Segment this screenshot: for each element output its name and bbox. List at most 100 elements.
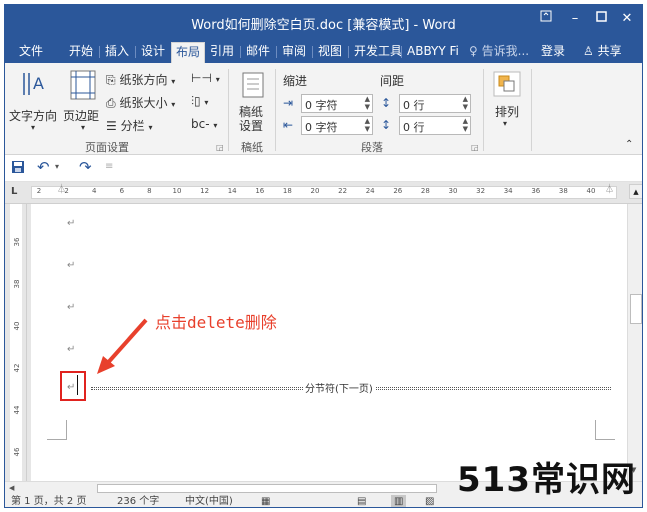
document-page[interactable]: ↵ ↵ ↵ ↵ ↵ 点击delete删除 分节符(下一页) <box>31 204 627 481</box>
person-icon: ♙ <box>583 44 594 58</box>
share-button[interactable]: ♙ 共享 <box>579 42 626 63</box>
tab-separator <box>240 46 241 58</box>
tell-me-label: 告诉我... <box>481 44 530 58</box>
ruler-tick-label: 36 <box>531 187 541 195</box>
page-count[interactable]: 第 1 页，共 2 页 <box>11 495 86 507</box>
tab-separator <box>276 46 277 58</box>
tab-developer[interactable]: 开发工具 <box>350 42 406 63</box>
undo-icon[interactable]: ↶ <box>37 158 50 176</box>
customize-qat-icon[interactable]: ≡ <box>105 161 113 172</box>
maximize-icon[interactable] <box>590 10 612 28</box>
dialog-launcher-icon[interactable]: ◲ <box>216 143 224 152</box>
space-after-input[interactable]: 0 行 ▲ ▼ <box>399 116 471 135</box>
scroll-thumb[interactable] <box>97 484 437 493</box>
dialog-launcher-icon[interactable]: ◲ <box>471 143 479 152</box>
ruler-tick-label: 10 <box>172 187 182 195</box>
indent-left-input[interactable]: 0 字符 ▲ ▼ <box>301 94 373 113</box>
save-icon[interactable] <box>11 160 25 177</box>
horizontal-ruler: L ⏃ ⏃ 2 2 4 6 8 10 12 14 16 18 20 22 24 26 28 30 32 34 36 3… <box>5 182 642 204</box>
ribbon-display-options-icon[interactable] <box>535 10 557 28</box>
page-corner-mark <box>595 420 615 440</box>
draft-settings-line2: 设置 <box>239 119 264 133</box>
vertical-ruler-tick-label: 46 <box>13 447 21 457</box>
hyphenation-icon[interactable]: bc- ▾ <box>191 117 217 131</box>
orientation-button[interactable]: ⎘ 纸张方向 ▾ <box>106 71 175 88</box>
spinner-icon[interactable]: ▲ ▼ <box>365 95 370 111</box>
indent-right-input[interactable]: 0 字符 ▲ ▼ <box>301 116 373 135</box>
spinner-icon[interactable]: ▲ ▼ <box>463 95 468 111</box>
tab-home[interactable]: 开始 <box>65 42 97 63</box>
text-direction-icon[interactable]: A <box>19 69 49 102</box>
breaks-icon[interactable]: ⊢⊣ ▾ <box>191 71 220 85</box>
spinner-icon[interactable]: ▲ ▼ <box>365 117 370 133</box>
ruler-tick-label: 32 <box>476 187 486 195</box>
arrange-button[interactable]: 排列 <box>495 103 519 120</box>
columns-button[interactable]: ☰ 分栏 ▾ <box>106 117 152 134</box>
ruler-tick-label: 20 <box>310 187 320 195</box>
ruler-tick-label: 16 <box>255 187 265 195</box>
ruler-tick-label: 6 <box>119 187 125 195</box>
chevron-down-icon[interactable]: ▾ <box>55 162 59 171</box>
word-window: Word如何删除空白页.doc [兼容模式] - Word – ✕ 文件 开始 … <box>4 4 643 508</box>
ruler-tick-label: 2 <box>64 187 69 195</box>
language-status[interactable]: 中文(中国) <box>185 495 233 507</box>
margins-button[interactable]: 页边距 <box>63 107 99 124</box>
print-layout-icon[interactable]: ▥ <box>391 495 407 507</box>
annotation-text: 点击delete删除 <box>155 313 277 332</box>
draft-settings-button[interactable]: 稿纸 设置 <box>239 105 263 133</box>
draft-paper-icon[interactable] <box>241 71 265 102</box>
ruler-tick-label: 24 <box>365 187 375 195</box>
spinner-icon[interactable]: ▲ ▼ <box>463 117 468 133</box>
draft-group-label: 稿纸 <box>241 141 263 154</box>
tab-abbyy[interactable]: ABBYY Fi <box>403 42 463 63</box>
space-after-value: 0 行 <box>403 121 425 134</box>
page-setup-group-label: 页面设置 <box>85 141 129 154</box>
indent-label: 缩进 <box>283 74 308 88</box>
tab-view[interactable]: 视图 <box>314 42 346 63</box>
space-before-input[interactable]: 0 行 ▲ ▼ <box>399 94 471 113</box>
paragraph-mark: ↵ <box>67 302 76 313</box>
text-direction-button[interactable]: 文字方向 <box>9 107 57 124</box>
size-button[interactable]: ⎙ 纸张大小 ▾ <box>106 94 175 111</box>
line-numbers-icon[interactable]: ⫶▯ ▾ <box>191 94 208 109</box>
collapse-ribbon-icon[interactable]: ⌃ <box>625 139 633 150</box>
vertical-ruler-tick-label: 44 <box>13 405 21 415</box>
close-icon[interactable]: ✕ <box>616 10 638 28</box>
page-corner-mark <box>47 420 67 440</box>
watermark-logo: 513常识网 <box>457 460 636 500</box>
columns-icon: ☰ <box>106 119 117 133</box>
arrange-icon[interactable] <box>493 71 521 100</box>
tab-stop-icon[interactable]: L <box>11 186 17 197</box>
tab-mailings[interactable]: 邮件 <box>242 42 274 63</box>
document-area: 36 38 40 42 44 46 ↵ ↵ ↵ ↵ ↵ 点击delete删除 分节符(下一… <box>5 204 642 481</box>
web-layout-icon[interactable]: ▨ <box>425 495 434 507</box>
vertical-ruler-tick-label: 36 <box>13 237 21 247</box>
macro-recording-icon[interactable]: ▦ <box>261 495 270 507</box>
read-mode-icon[interactable]: ▤ <box>357 495 366 507</box>
tab-layout[interactable]: 布局 <box>171 42 206 63</box>
redo-icon[interactable]: ↷ <box>79 158 92 176</box>
tab-review[interactable]: 审阅 <box>278 42 310 63</box>
chevron-down-icon: ▾ <box>148 123 153 132</box>
scroll-up-icon[interactable]: ▲ <box>629 184 642 199</box>
paragraph-mark: ↵ <box>67 260 76 271</box>
vertical-scrollbar[interactable]: ▼ <box>627 204 642 481</box>
tab-design[interactable]: 设计 <box>137 42 169 63</box>
paragraph-mark: ↵ <box>67 344 76 355</box>
paragraph-group-label: 段落 <box>361 141 383 154</box>
scroll-thumb[interactable] <box>630 294 642 324</box>
tell-me-search[interactable]: ♀ 告诉我... <box>465 42 533 63</box>
scroll-left-icon[interactable]: ◀ <box>9 484 14 492</box>
tab-separator <box>401 46 402 58</box>
indent-right-value: 0 字符 <box>305 121 338 134</box>
tab-insert[interactable]: 插入 <box>101 42 133 63</box>
margins-icon[interactable] <box>69 69 97 104</box>
word-count[interactable]: 236 个字 <box>117 495 159 507</box>
tab-separator <box>135 46 136 58</box>
minimize-icon[interactable]: – <box>564 10 586 28</box>
sign-in-link[interactable]: 登录 <box>537 42 569 63</box>
tab-file[interactable]: 文件 <box>15 42 47 63</box>
section-break-label: 分节符(下一页) <box>303 380 375 395</box>
right-indent-marker-icon[interactable]: ⏃ <box>605 182 614 195</box>
tab-references[interactable]: 引用 <box>206 42 238 63</box>
